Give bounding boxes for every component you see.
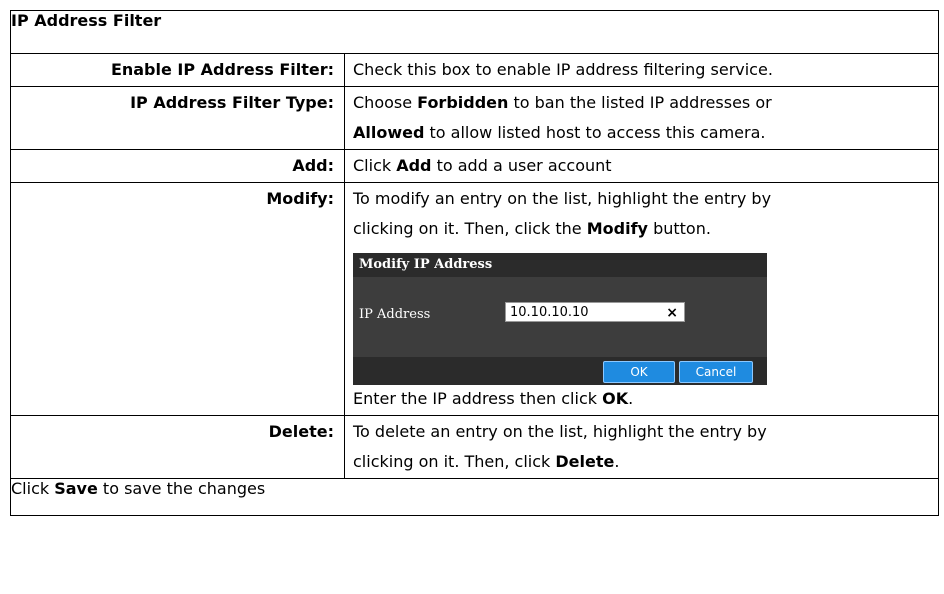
row-filter-type: IP Address Filter Type: Choose Forbidden… [10, 86, 940, 150]
dialog-title: Modify IP Address [353, 253, 767, 277]
ok-button[interactable]: OK [603, 361, 675, 383]
clear-icon[interactable]: × [666, 303, 678, 323]
dialog-button-bar: OK Cancel [353, 357, 767, 385]
row-description: To modify an entry on the list, highligh… [343, 182, 940, 416]
ip-address-value: 10.10.10.10 [510, 305, 589, 320]
document-page: IP Address Filter Enable IP Address Filt… [0, 0, 944, 594]
row-label: Add: [10, 149, 345, 183]
table-header-row: IP Address Filter [9, 10, 940, 54]
row-modify: Modify: To modify an entry on the list, … [10, 182, 940, 416]
row-label: Modify: [10, 182, 345, 416]
row-label: Delete: [10, 415, 345, 479]
row-description: Check this box to enable IP address filt… [343, 53, 940, 87]
footer-note: Click Save to save the changes [9, 478, 940, 516]
row-description: Click Add to add a user account [343, 149, 940, 183]
cancel-button[interactable]: Cancel [679, 361, 753, 383]
row-delete: Delete: To delete an entry on the list, … [10, 415, 940, 479]
ip-address-label: IP Address [359, 307, 431, 322]
modify-ip-dialog: Modify IP Address IP Address 10.10.10.10… [353, 253, 767, 385]
row-enable: Enable IP Address Filter: Check this box… [10, 53, 940, 87]
section-title: IP Address Filter [9, 10, 940, 54]
ip-filter-table: IP Address Filter Enable IP Address Filt… [9, 10, 940, 516]
table-footer-row: Click Save to save the changes [9, 478, 940, 516]
row-description: To delete an entry on the list, highligh… [343, 415, 940, 479]
row-description: Choose Forbidden to ban the listed IP ad… [343, 86, 940, 150]
ip-address-input[interactable]: 10.10.10.10 × [505, 302, 685, 322]
row-label: IP Address Filter Type: [10, 86, 345, 150]
row-label: Enable IP Address Filter: [10, 53, 345, 87]
row-add: Add: Click Add to add a user account [10, 149, 940, 183]
